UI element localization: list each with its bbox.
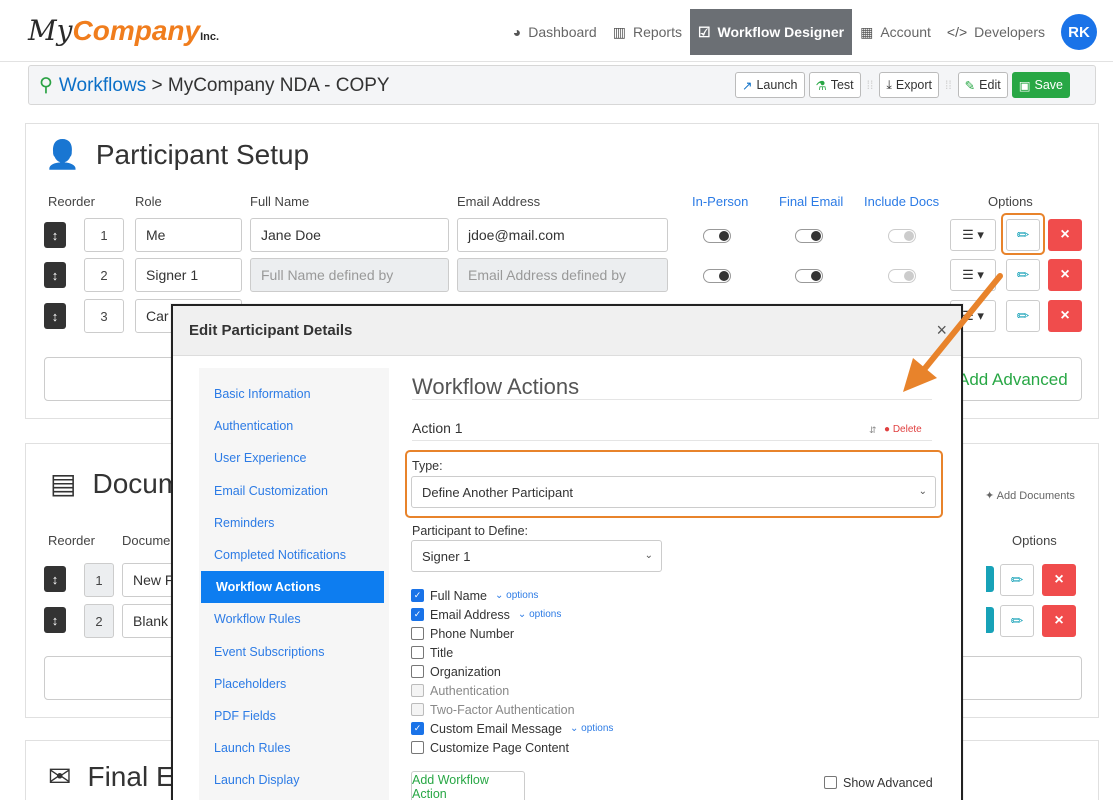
annotation-arrow: [903, 273, 1003, 392]
arrow-shaft: [919, 273, 1003, 375]
